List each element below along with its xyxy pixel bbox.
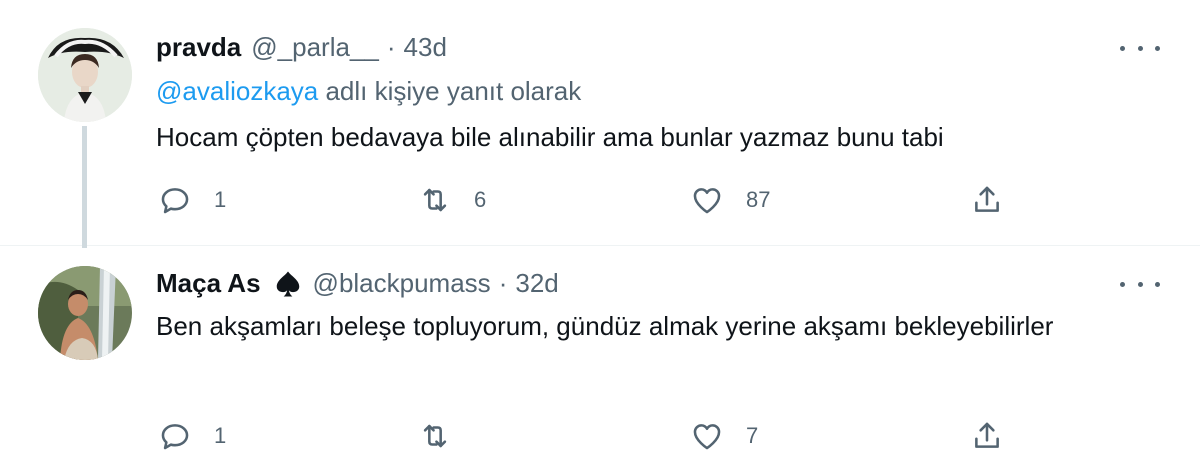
share-icon [975, 422, 999, 448]
retweet-icon [423, 188, 447, 212]
reply-context: @avaliozkaya adlı kişiye yanıt olarak [156, 76, 581, 107]
heart-icon [693, 424, 721, 450]
tweet[interactable]: pravda @_parla__ · 43d @avaliozkaya adlı… [0, 0, 1200, 246]
thread-line [82, 236, 87, 248]
avatar[interactable] [38, 28, 132, 122]
display-name[interactable]: pravda [156, 32, 241, 63]
more-options-icon[interactable] [1120, 274, 1160, 294]
tweet[interactable]: Maça As @blackpumass · 32d Ben akşamları… [0, 236, 1200, 474]
retweet-icon [423, 424, 447, 448]
tweet-text: Hocam çöpten bedavaya bile alınabilir am… [156, 122, 944, 152]
reply-button[interactable]: 1 [158, 416, 226, 456]
share-button[interactable] [970, 180, 1004, 220]
retweet-button[interactable]: 6 [418, 180, 486, 220]
avatar[interactable] [38, 266, 132, 360]
action-bar: 1 6 87 [156, 180, 1200, 220]
separator: · [498, 268, 508, 298]
retweet-button[interactable] [418, 416, 474, 456]
tweet-header: Maça As @blackpumass · 32d [156, 268, 559, 299]
retweet-count: 6 [474, 187, 487, 212]
reply-button[interactable]: 1 [158, 180, 226, 220]
mention-link[interactable]: @avaliozkaya [156, 76, 318, 106]
user-handle[interactable]: @blackpumass [313, 268, 491, 299]
heart-icon [693, 188, 721, 214]
share-button[interactable] [970, 416, 1004, 456]
action-bar: 1 7 [156, 416, 1200, 456]
tweet-text: Ben akşamları beleşe topluyorum, gündüz … [156, 311, 1054, 341]
like-button[interactable]: 7 [690, 416, 758, 456]
timestamp[interactable]: 32d [515, 268, 558, 299]
display-name[interactable]: Maça As [156, 268, 261, 299]
reply-context-label: adlı kişiye yanıt olarak [318, 76, 582, 106]
timestamp[interactable]: 43d [404, 32, 447, 63]
reply-icon [161, 188, 189, 214]
user-handle[interactable]: @_parla__ [251, 32, 379, 63]
spade-icon [276, 271, 299, 296]
separator: · [386, 32, 396, 62]
reply-icon [161, 424, 189, 450]
tweet-header: pravda @_parla__ · 43d [156, 32, 447, 63]
like-count: 7 [746, 423, 759, 448]
thread-line [82, 126, 87, 246]
share-icon [975, 186, 999, 212]
reply-count: 1 [214, 187, 227, 212]
reply-count: 1 [214, 423, 227, 448]
like-button[interactable]: 87 [690, 180, 770, 220]
like-count: 87 [746, 187, 771, 212]
more-options-icon[interactable] [1120, 38, 1160, 58]
